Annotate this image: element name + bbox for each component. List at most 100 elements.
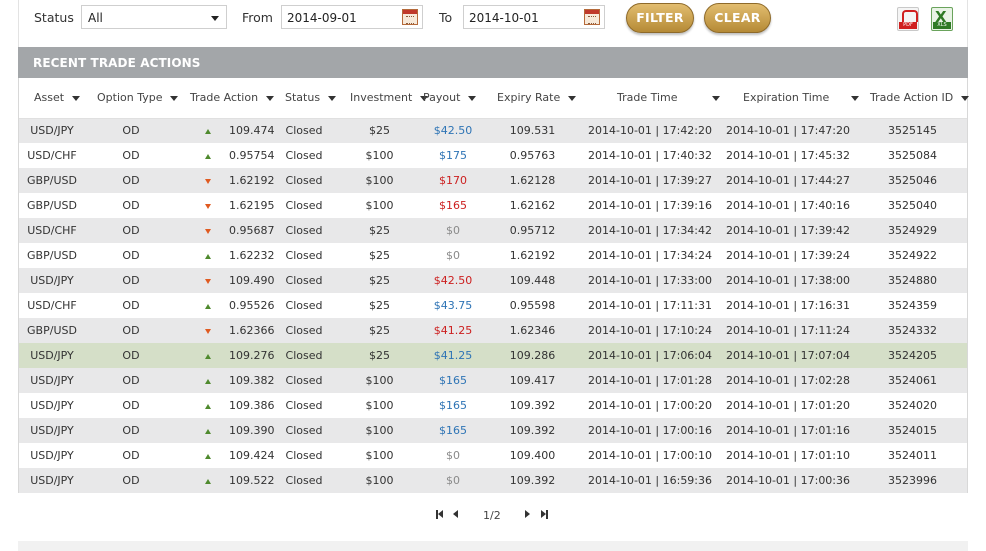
cell-option-type: OD [122,249,140,262]
table-row[interactable]: GBP/USD OD 1.62366 Closed $25 $41.25 1.62346 20… [19,318,967,343]
cell-expiry-rate: 109.286 [509,349,556,362]
cell-asset: GBP/USD [27,324,77,337]
table-row[interactable]: USD/JPY OD 109.424 Closed $100 $0 109.400 2014-… [19,443,967,468]
cell-option-type: OD [122,299,140,312]
cell-trade-action: 109.490 [177,268,275,293]
table-row[interactable]: USD/JPY OD 109.390 Closed $100 $165 109.392 201… [19,418,967,443]
column-header-expiration-time[interactable]: Expiration Time [718,78,860,119]
column-header-status[interactable]: Status [272,78,337,119]
cell-expiration-time: 2014-10-01 | 17:38:00 [725,274,851,287]
arrow-down-icon [205,278,211,284]
column-header-investment[interactable]: Investment [336,78,429,119]
cell-id: 3524880 [888,274,937,287]
table-row[interactable]: USD/CHF OD 0.95754 Closed $100 $175 0.95763 201… [19,143,967,168]
cell-expiry-rate: 109.531 [509,124,556,138]
arrow-down-icon [205,178,211,184]
arrow-up-icon [205,453,211,459]
cell-trade-time: 2014-10-01 | 17:34:42 [587,224,713,237]
column-header-trade-time[interactable]: Trade Time [582,78,720,119]
cell-investment: $25 [369,224,390,237]
cell-id: 3523996 [888,474,937,487]
arrow-up-icon [205,428,211,434]
trade-action-value: 109.382 [229,374,275,387]
cell-expiration-time: 2014-10-01 | 17:16:31 [725,299,851,312]
cell-asset: USD/JPY [30,449,74,462]
arrow-down-icon [205,228,211,234]
arrow-up-icon [205,378,211,384]
cell-payout: $0 [446,449,460,462]
cell-payout: $165 [439,399,467,412]
table-header-row: Asset Option Type Trade Action Status In… [19,78,970,119]
calendar-icon[interactable] [402,9,418,25]
cell-expiration-time: 2014-10-01 | 17:39:42 [725,224,851,237]
table-row[interactable]: GBP/USD OD 1.62232 Closed $25 $0 1.62192 2014-1… [19,243,967,268]
table-row[interactable]: USD/JPY OD 109.386 Closed $100 $165 109.392 201… [19,393,967,418]
cell-expiry-rate: 109.448 [509,274,556,287]
cell-option-type: OD [122,399,140,412]
arrow-up-icon [205,353,211,359]
clear-button[interactable]: CLEAR [704,3,771,33]
cell-asset: USD/CHF [27,149,77,162]
table-row[interactable]: USD/CHF OD 0.95687 Closed $25 $0 0.95712 2014-1… [19,218,967,243]
xls-export-icon[interactable]: XLS [931,7,953,31]
column-header-trade-action-id[interactable]: Trade Action ID [858,78,970,119]
arrow-up-icon [205,403,211,409]
cell-option-type: OD [122,174,140,187]
table-row[interactable]: USD/CHF OD 0.95526 Closed $25 $43.75 0.95598 20… [19,293,967,318]
from-date-field[interactable]: 2014-09-01 [281,5,423,29]
prev-page-icon[interactable] [452,510,462,520]
table-row[interactable]: GBP/USD OD 1.62192 Closed $100 $170 1.62128 201… [19,168,967,193]
cell-investment: $25 [369,124,390,138]
table-row[interactable]: USD/JPY OD 109.276 Closed $25 $41.25 109.286 20… [19,343,967,368]
cell-trade-time: 2014-10-01 | 17:00:16 [587,424,713,437]
cell-payout: $165 [439,199,467,212]
sort-down-icon [568,95,577,101]
to-date-field[interactable]: 2014-10-01 [463,5,605,29]
table-row[interactable]: USD/JPY OD 109.522 Closed $100 $0 109.392 2014-… [19,468,967,493]
table-row[interactable]: GBP/USD OD 1.62195 Closed $100 $165 1.62162 201… [19,193,967,218]
sort-down-icon [961,95,970,101]
cell-trade-action: 1.62192 [177,168,275,193]
trade-actions-table: Asset Option Type Trade Action Status In… [18,78,970,493]
cell-trade-time: 2014-10-01 | 17:34:24 [587,249,713,262]
filter-button[interactable]: FILTER [626,3,694,33]
xls-icon-label: XLS [933,22,951,29]
column-header-trade-action[interactable]: Trade Action [177,78,275,119]
status-select[interactable]: All [81,5,227,29]
cell-trade-action: 0.95526 [177,293,275,318]
cell-asset: USD/JPY [30,424,74,437]
cell-asset: USD/JPY [30,474,74,487]
cell-payout: $43.75 [433,299,473,312]
arrow-up-icon [205,153,211,159]
column-header-asset[interactable]: Asset [19,78,85,119]
cell-option-type: OD [122,374,140,387]
sort-down-icon [266,95,275,101]
column-header-option-type[interactable]: Option Type [85,78,179,119]
cell-trade-time: 2014-10-01 | 17:42:20 [587,124,713,138]
cell-payout: $41.25 [433,324,473,337]
sort-down-icon [72,95,81,101]
cell-investment: $100 [365,149,394,162]
calendar-icon[interactable] [584,9,600,25]
cell-id: 3524922 [888,249,937,262]
pdf-export-icon[interactable]: PDF [897,7,919,31]
trade-action-value: 0.95687 [229,224,275,237]
column-header-payout[interactable]: Payout [423,78,483,119]
cell-expiry-rate: 0.95763 [509,149,556,162]
cell-payout: $175 [439,149,467,162]
cell-payout: $165 [439,424,467,437]
table-row[interactable]: USD/JPY OD 109.382 Closed $100 $165 109.417 201… [19,368,967,393]
cell-expiry-rate: 1.62346 [509,324,556,337]
last-page-icon[interactable] [540,510,550,520]
cell-investment: $100 [365,449,394,462]
trade-action-value: 109.276 [229,349,275,362]
table-row[interactable]: USD/JPY OD 109.474 Closed $25 $42.50 109.531 20… [19,118,967,143]
cell-trade-time: 2014-10-01 | 17:10:24 [587,324,713,337]
sort-down-icon [170,95,179,101]
column-header-expiry-rate[interactable]: Expiry Rate [483,78,582,119]
cell-investment: $100 [365,199,394,212]
table-row[interactable]: USD/JPY OD 109.490 Closed $25 $42.50 109.448 20… [19,268,967,293]
next-page-icon[interactable] [524,510,534,520]
cell-trade-action: 0.95687 [177,218,275,243]
first-page-icon[interactable] [436,510,446,520]
